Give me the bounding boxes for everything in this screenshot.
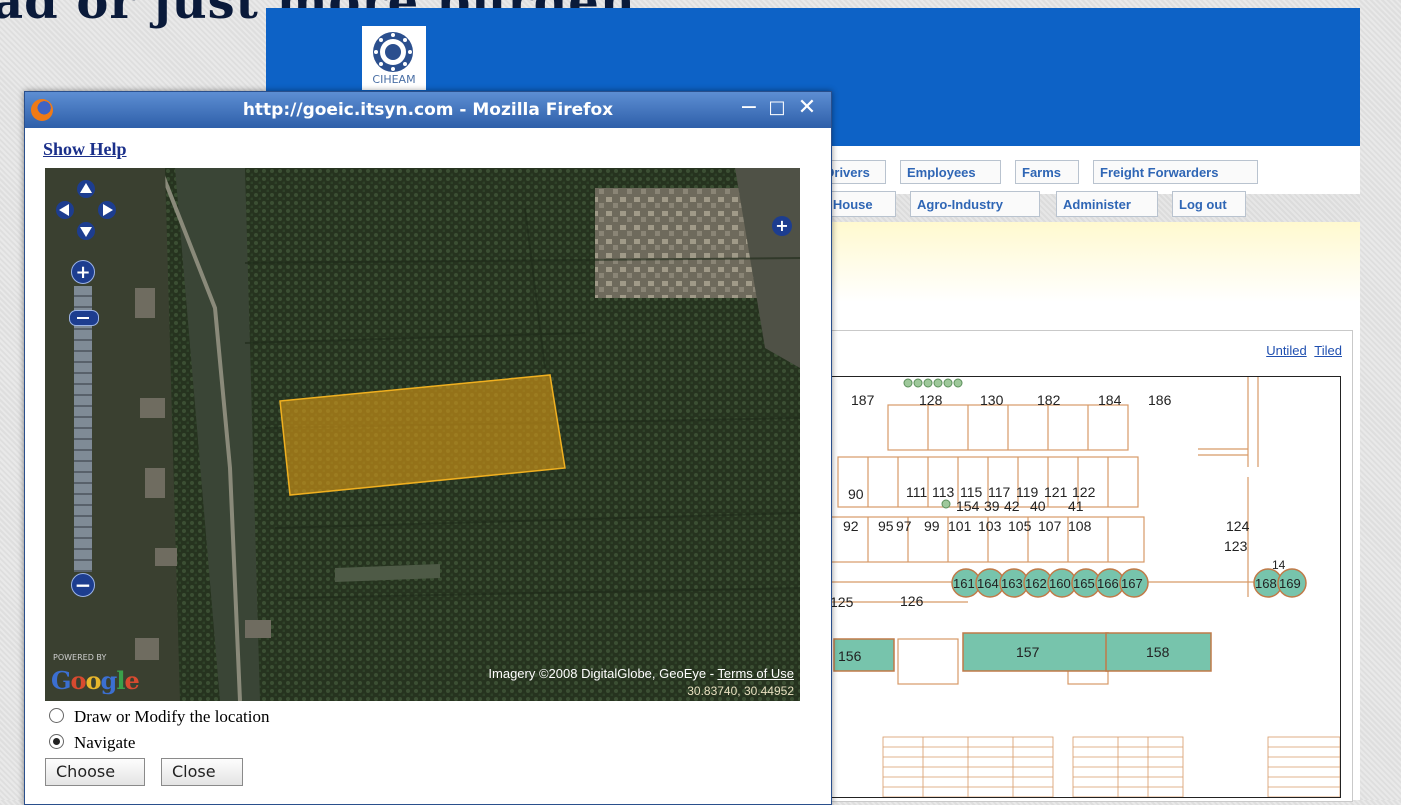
pan-control[interactable] bbox=[56, 180, 116, 240]
plan-label: 41 bbox=[1068, 498, 1084, 514]
plan-label: 169 bbox=[1279, 576, 1301, 591]
maximize-icon[interactable]: □ bbox=[765, 97, 789, 121]
radio-draw-row[interactable]: Draw or Modify the location bbox=[49, 707, 269, 727]
logo-text: CIHEAM bbox=[372, 73, 416, 86]
plan-label: 167 bbox=[1121, 576, 1143, 591]
tab-freight-forwarders[interactable]: Freight Forwarders bbox=[1093, 160, 1258, 184]
plan-label: 90 bbox=[848, 486, 864, 502]
show-help-link[interactable]: Show Help bbox=[43, 139, 127, 160]
window-titlebar[interactable]: http://goeic.itsyn.com - Mozilla Firefox… bbox=[25, 92, 831, 128]
plan-label: 125 bbox=[830, 594, 854, 610]
plan-label: 184 bbox=[1098, 392, 1122, 408]
zoom-in-button[interactable]: + bbox=[71, 260, 95, 284]
zoom-out-button[interactable]: − bbox=[71, 573, 95, 597]
plan-label: 97 bbox=[896, 518, 912, 534]
tab-employees[interactable]: Employees bbox=[900, 160, 1001, 184]
ciheam-logo: CIHEAM bbox=[362, 26, 426, 90]
plan-label: 99 bbox=[924, 518, 940, 534]
untiled-link[interactable]: Untiled bbox=[1266, 343, 1306, 358]
plan-label: 166 bbox=[1097, 576, 1119, 591]
plan-label: 130 bbox=[980, 392, 1004, 408]
google-logo[interactable]: Google bbox=[51, 666, 140, 695]
plan-label: 95 bbox=[878, 518, 894, 534]
layer-switcher-button[interactable]: + bbox=[772, 216, 792, 236]
plan-label: 126 bbox=[900, 593, 924, 609]
choose-button[interactable]: Choose bbox=[45, 758, 145, 786]
plan-label: 187 bbox=[851, 392, 875, 408]
draw-radio[interactable] bbox=[49, 708, 64, 723]
plan-label: 158 bbox=[1146, 644, 1170, 660]
close-button[interactable]: Close bbox=[161, 758, 243, 786]
plan-label: 40 bbox=[1030, 498, 1046, 514]
tab-administer[interactable]: Administer bbox=[1056, 191, 1158, 217]
plan-label: 164 bbox=[977, 576, 999, 591]
minimize-icon[interactable]: − bbox=[737, 97, 761, 121]
plan-label: 103 bbox=[978, 518, 1002, 534]
plan-label: 128 bbox=[919, 392, 943, 408]
tab-log-out[interactable]: Log out bbox=[1172, 191, 1246, 217]
plan-label: 168 bbox=[1255, 576, 1277, 591]
close-icon[interactable]: ✕ bbox=[795, 97, 819, 121]
plan-label: 123 bbox=[1224, 538, 1248, 554]
mouse-coordinates: 30.83740, 30.44952 bbox=[687, 684, 794, 698]
plan-label: 107 bbox=[1038, 518, 1062, 534]
powered-by-label: POWERED BY bbox=[53, 653, 107, 662]
tab-agro-industry[interactable]: Agro-Industry bbox=[910, 191, 1040, 217]
firefox-popup-window: http://goeic.itsyn.com - Mozilla Firefox… bbox=[24, 91, 832, 805]
plan-label: 161 bbox=[953, 576, 975, 591]
terms-of-use-link[interactable]: Terms of Use bbox=[717, 666, 794, 681]
plan-label: 182 bbox=[1037, 392, 1061, 408]
plan-label: 92 bbox=[843, 518, 859, 534]
plan-label: 124 bbox=[1226, 518, 1250, 534]
plan-label: 111 bbox=[906, 484, 927, 500]
radio-navigate-row[interactable]: Navigate bbox=[49, 733, 135, 753]
plan-label: 163 bbox=[1001, 576, 1023, 591]
plan-label: 162 bbox=[1025, 576, 1047, 591]
draw-radio-label: Draw or Modify the location bbox=[74, 707, 270, 726]
plan-label: 157 bbox=[1016, 644, 1040, 660]
plan-label: 108 bbox=[1068, 518, 1092, 534]
zoom-bar[interactable] bbox=[74, 286, 92, 572]
plan-label: 14 bbox=[1272, 558, 1286, 572]
plan-label: 105 bbox=[1008, 518, 1032, 534]
navigate-radio[interactable] bbox=[49, 734, 64, 749]
plan-label: 42 bbox=[1004, 498, 1020, 514]
plan-label: 39 bbox=[984, 498, 1000, 514]
window-title: http://goeic.itsyn.com - Mozilla Firefox bbox=[242, 100, 614, 120]
tab-farms[interactable]: Farms bbox=[1015, 160, 1079, 184]
satellite-map[interactable]: + − + POWERED BY Google Imagery ©2008 Di… bbox=[45, 168, 800, 701]
ciheam-emblem-icon bbox=[373, 32, 413, 72]
plan-label: 165 bbox=[1073, 576, 1095, 591]
plan-label: 154 bbox=[956, 498, 980, 514]
plan-label: 121 bbox=[1044, 484, 1068, 500]
plan-label: 156 bbox=[838, 648, 862, 664]
plan-label: 101 bbox=[948, 518, 972, 534]
plan-label: 113 bbox=[932, 484, 955, 500]
navigate-radio-label: Navigate bbox=[74, 733, 136, 752]
satellite-imagery bbox=[45, 168, 800, 701]
zoom-slider-handle[interactable] bbox=[69, 310, 99, 326]
tiled-link[interactable]: Tiled bbox=[1314, 343, 1342, 358]
view-links: Untiled Tiled bbox=[1262, 343, 1342, 358]
map-attribution: Imagery ©2008 DigitalGlobe, GeoEye - Ter… bbox=[488, 666, 794, 681]
plan-label: 186 bbox=[1148, 392, 1172, 408]
plan-label: 160 bbox=[1049, 576, 1071, 591]
attribution-text: Imagery ©2008 DigitalGlobe, GeoEye - bbox=[488, 666, 718, 681]
